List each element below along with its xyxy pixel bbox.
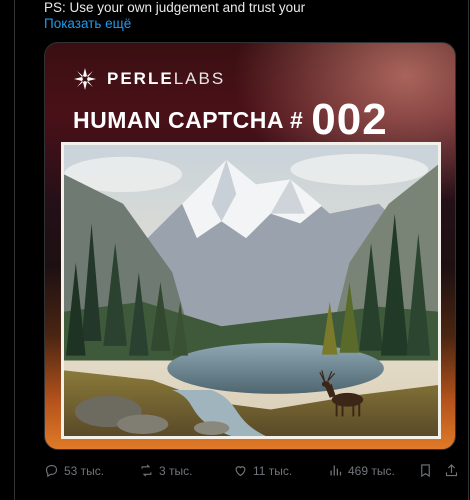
share-button[interactable] bbox=[444, 463, 459, 478]
brand-logo: PERLELABS bbox=[73, 67, 225, 91]
share-icon bbox=[445, 464, 458, 477]
timeline-border-left bbox=[14, 0, 15, 500]
show-more-link[interactable]: Показать ещё bbox=[44, 16, 131, 32]
reply-icon bbox=[45, 464, 58, 478]
perle-logo-icon bbox=[74, 68, 96, 90]
repost-button[interactable]: 3 тыс. bbox=[139, 463, 192, 478]
landscape-painting bbox=[61, 142, 441, 439]
timeline-border-right bbox=[468, 0, 469, 500]
reply-count: 53 тыс. bbox=[64, 463, 105, 478]
tweet-media[interactable]: PERLELABS HUMAN CAPTCHA # 002 bbox=[44, 42, 456, 450]
reply-button[interactable]: 53 тыс. bbox=[44, 463, 104, 478]
like-button[interactable]: 11 тыс. bbox=[233, 463, 292, 478]
repost-icon bbox=[141, 464, 152, 477]
landscape-image bbox=[64, 145, 438, 436]
brand-suffix: LABS bbox=[173, 69, 226, 88]
brand-name: PERLE bbox=[107, 69, 174, 88]
like-icon bbox=[235, 466, 246, 477]
tweet-text: PS: Use your own judgement and trust you… bbox=[44, 0, 306, 15]
captcha-headline: HUMAN CAPTCHA # 002 bbox=[73, 95, 388, 145]
bookmark-icon bbox=[421, 464, 430, 478]
like-count: 11 тыс. bbox=[253, 463, 293, 478]
tweet-actions: 53 тыс. 3 тыс. 11 тыс. 469 тыс. bbox=[44, 463, 464, 483]
repost-count: 3 тыс. bbox=[159, 463, 193, 478]
views-button[interactable]: 469 тыс. bbox=[328, 463, 395, 478]
headline-text: HUMAN CAPTCHA # bbox=[73, 106, 304, 133]
views-icon bbox=[330, 465, 342, 476]
captcha-number: 002 bbox=[311, 95, 388, 144]
views-count: 469 тыс. bbox=[348, 463, 395, 478]
bookmark-button[interactable] bbox=[418, 463, 433, 478]
